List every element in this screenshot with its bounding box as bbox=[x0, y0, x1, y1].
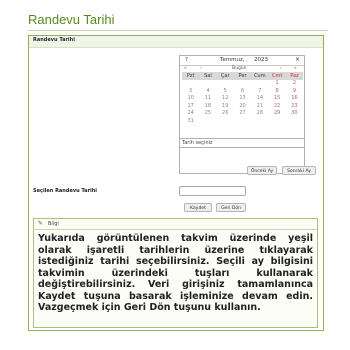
calendar-week-row: 24 25 26 27 28 29 30 bbox=[182, 110, 303, 118]
page-title: Randevu Tarihi bbox=[28, 12, 115, 27]
calendar-day bbox=[199, 80, 216, 88]
panel-header: Randevu Tarihi bbox=[29, 36, 323, 48]
panel-header-title: Randevu Tarihi bbox=[33, 37, 75, 43]
calendar-year[interactable]: 2023 bbox=[254, 57, 268, 63]
calendar-next-year-button[interactable]: » bbox=[294, 66, 297, 71]
calendar-day: 9 bbox=[292, 87, 297, 94]
calendar-day bbox=[286, 117, 303, 125]
calendar-day: 11 bbox=[204, 95, 212, 102]
back-button[interactable]: Geri Dön bbox=[216, 203, 246, 212]
calendar-next-month-button[interactable]: › bbox=[280, 66, 282, 71]
next-month-button[interactable]: Sonraki Ay bbox=[282, 166, 316, 175]
calendar-day: 5 bbox=[223, 87, 227, 94]
previous-month-button[interactable]: Önceki Ay bbox=[247, 166, 277, 175]
calendar-day: 22 bbox=[273, 102, 281, 109]
calendar-day: 23 bbox=[291, 102, 298, 109]
calendar-day: 26 bbox=[222, 110, 229, 117]
calendar-day bbox=[268, 117, 285, 125]
info-box-header: ✎ Bilgi bbox=[34, 219, 317, 230]
calendar-week-row: 3 4 5 6 7 8 9 bbox=[182, 87, 303, 95]
calendar-day: 29 bbox=[273, 110, 281, 117]
calendar-week-row: 31 bbox=[182, 117, 303, 125]
calendar-day bbox=[217, 80, 234, 88]
weekday-label: Paz bbox=[285, 72, 304, 80]
calendar-week-row: 10 11 12 13 14 15 16 bbox=[182, 95, 303, 103]
calendar-day bbox=[234, 117, 251, 125]
calendar-month[interactable]: Temmuz, bbox=[220, 57, 245, 63]
calendar-day: 20 bbox=[239, 102, 246, 109]
calendar-today-button[interactable]: Bugün bbox=[232, 66, 247, 71]
calendar-day: 7 bbox=[258, 87, 262, 94]
calendar-status-text: Tarih seçiniz bbox=[182, 140, 213, 146]
calendar-day: 4 bbox=[206, 87, 210, 94]
calendar-day: 18 bbox=[204, 102, 212, 109]
calendar-day: 1 bbox=[275, 80, 279, 87]
info-icon: ✎ bbox=[38, 220, 44, 227]
info-box: ✎ Bilgi Yukarıda görüntülenen takvim üze… bbox=[33, 218, 318, 328]
weekday-label: Çar bbox=[216, 72, 234, 80]
calendar-day: 6 bbox=[240, 87, 245, 94]
calendar-day: 16 bbox=[291, 95, 298, 102]
calendar-day: 8 bbox=[275, 87, 279, 94]
weekday-label: Cmt bbox=[268, 72, 286, 80]
calendar-day: 25 bbox=[204, 110, 212, 117]
calendar-grid: Pzt Sal Çar Per Cum Cmt Paz 1 2 3 4 5 6 … bbox=[182, 72, 304, 125]
calendar-day: 21 bbox=[256, 102, 264, 109]
calendar-day: 19 bbox=[222, 102, 229, 109]
calendar-prev-year-button[interactable]: « bbox=[184, 66, 187, 71]
calendar-day bbox=[234, 80, 251, 88]
weekday-label: Cum bbox=[251, 72, 269, 80]
selected-date-label: Seçilen Randevu Tarihi bbox=[33, 188, 97, 194]
appointment-panel: Randevu Tarihi ? Temmuz, 2023 × « ‹ Bugü… bbox=[28, 35, 324, 331]
calendar-weekday-row: Pzt Sal Çar Per Cum Cmt Paz bbox=[182, 72, 304, 80]
calendar-widget: ? Temmuz, 2023 × « ‹ Bugün › » Pzt Sal Ç… bbox=[179, 55, 305, 174]
calendar-week-row: 1 2 bbox=[182, 80, 303, 88]
save-button[interactable]: Kaydet bbox=[184, 203, 212, 212]
weekday-label: Pzt bbox=[182, 72, 200, 80]
calendar-close-icon[interactable]: × bbox=[295, 56, 300, 63]
weekday-label: Sal bbox=[199, 72, 217, 80]
calendar-day: 10 bbox=[187, 95, 194, 102]
calendar-day bbox=[182, 80, 199, 88]
calendar-day bbox=[217, 117, 234, 125]
calendar-help-button[interactable]: ? bbox=[185, 57, 188, 63]
calendar-day: 24 bbox=[187, 110, 194, 117]
calendar-prev-month-button[interactable]: ‹ bbox=[200, 66, 202, 71]
calendar-day: 27 bbox=[239, 110, 246, 117]
calendar-day: 13 bbox=[239, 95, 246, 102]
weekday-label: Per bbox=[233, 72, 252, 80]
calendar-day bbox=[199, 117, 216, 125]
calendar-day: 15 bbox=[273, 95, 281, 102]
calendar-week-row: 17 18 19 20 21 22 23 bbox=[182, 102, 303, 110]
calendar-status-bar: Tarih seçiniz bbox=[180, 138, 304, 148]
calendar-day: 2 bbox=[292, 80, 297, 87]
calendar-day bbox=[251, 80, 268, 88]
calendar-day: 3 bbox=[189, 87, 193, 94]
calendar-nav: « ‹ Bugün › » bbox=[180, 65, 304, 72]
calendar-day: 14 bbox=[256, 95, 264, 102]
title-divider bbox=[28, 30, 328, 31]
calendar-day: 12 bbox=[222, 95, 229, 102]
selected-date-input[interactable] bbox=[179, 186, 246, 196]
info-box-text: Yukarıda görüntülenen takvim üzerinde ye… bbox=[38, 233, 313, 313]
info-box-title: Bilgi bbox=[48, 221, 59, 227]
calendar-day: 30 bbox=[291, 110, 298, 117]
calendar-day bbox=[251, 117, 268, 125]
calendar-day: 17 bbox=[187, 102, 194, 109]
calendar-day: 31 bbox=[187, 117, 194, 124]
calendar-day: 28 bbox=[256, 110, 264, 117]
